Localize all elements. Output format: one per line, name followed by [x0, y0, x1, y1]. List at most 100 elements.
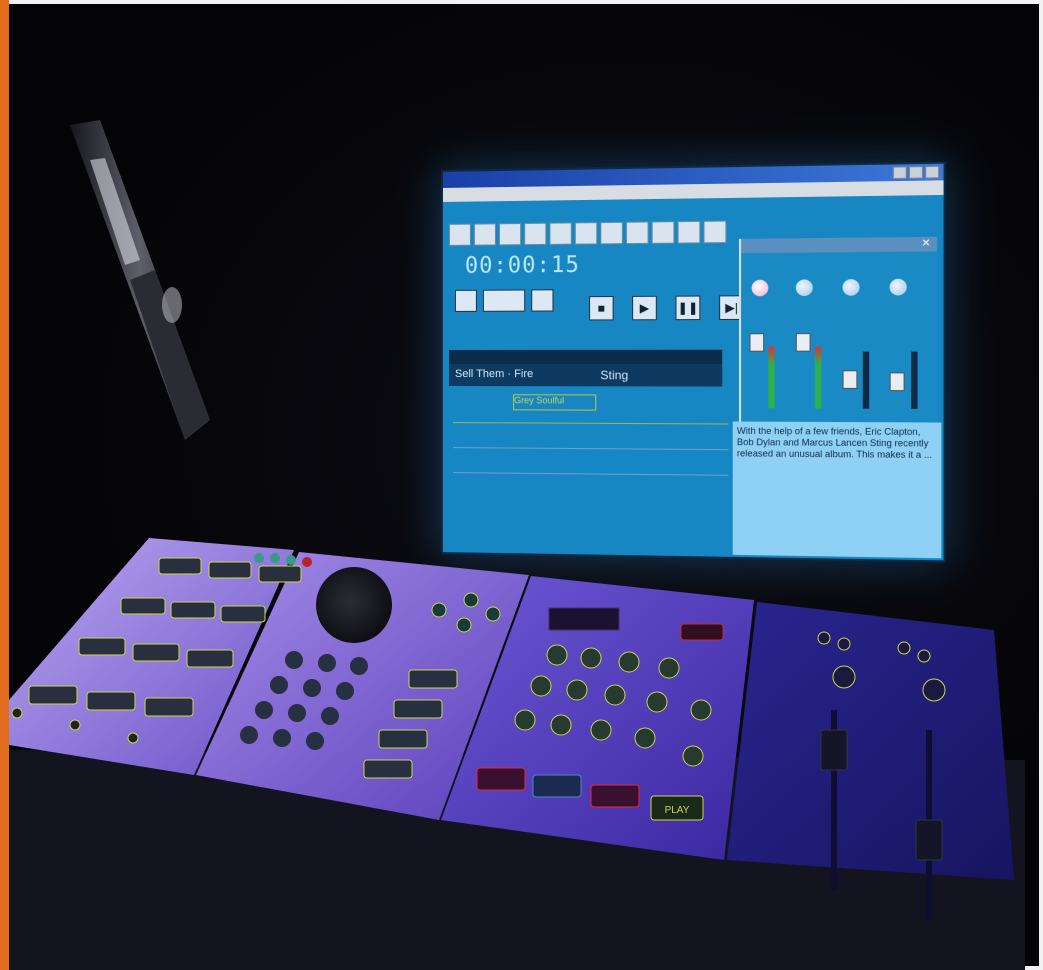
channel-fader[interactable] — [916, 820, 942, 860]
channel-fader[interactable] — [821, 730, 847, 770]
toolbar-button[interactable] — [524, 223, 546, 245]
transport-key[interactable] — [683, 746, 703, 766]
pan-knob[interactable] — [890, 279, 907, 296]
info-text: With the help of a few friends, Eric Cla… — [737, 426, 937, 462]
transport-key[interactable] — [605, 685, 625, 705]
minimize-icon[interactable] — [893, 166, 907, 179]
keypad-key[interactable] — [270, 676, 288, 694]
jog-wheel[interactable] — [316, 567, 392, 643]
channel-select-button[interactable] — [833, 666, 855, 688]
pan-knob[interactable] — [843, 279, 860, 296]
small-button[interactable] — [128, 733, 138, 743]
play-icon[interactable]: ▶ — [632, 296, 657, 321]
mode-key[interactable] — [364, 760, 412, 778]
channel-button[interactable] — [838, 638, 850, 650]
toolbar-button[interactable] — [549, 222, 571, 244]
record-mode-button[interactable] — [455, 290, 477, 312]
volume-fader[interactable] — [796, 333, 811, 352]
transport-key[interactable] — [581, 648, 601, 668]
transport-key[interactable] — [515, 710, 535, 730]
function-key[interactable] — [87, 692, 135, 710]
pan-knob[interactable] — [796, 279, 813, 296]
function-key[interactable] — [187, 650, 233, 667]
function-key[interactable] — [29, 686, 77, 704]
channel-button[interactable] — [918, 650, 930, 662]
toolbar-button[interactable] — [600, 222, 623, 245]
function-key[interactable] — [159, 558, 201, 574]
nav-button[interactable] — [486, 607, 500, 621]
toolbar-button[interactable] — [499, 223, 521, 245]
keypad-key[interactable] — [303, 679, 321, 697]
transport-key[interactable] — [531, 676, 551, 696]
stop-button[interactable] — [533, 775, 581, 797]
transport-key[interactable] — [567, 680, 587, 700]
window-controls[interactable] — [893, 166, 939, 179]
close-icon[interactable] — [925, 166, 939, 179]
transport-key[interactable] — [591, 720, 611, 740]
toolbar-button[interactable] — [575, 222, 597, 245]
channel-select-button[interactable] — [923, 679, 945, 701]
transport-key[interactable] — [691, 700, 711, 720]
function-key[interactable] — [79, 638, 125, 655]
function-key[interactable] — [145, 698, 193, 716]
toolbar-button[interactable] — [652, 221, 675, 244]
track-header[interactable]: Sell Them · Fire Sting — [449, 364, 722, 387]
toolbar-button[interactable] — [474, 223, 496, 245]
nav-button[interactable] — [432, 603, 446, 617]
keypad-key[interactable] — [285, 651, 303, 669]
transport-key[interactable] — [635, 728, 655, 748]
toolbar-button[interactable] — [626, 221, 649, 244]
level-meter — [768, 347, 774, 409]
transport-key[interactable] — [619, 652, 639, 672]
small-button[interactable] — [70, 720, 80, 730]
keypad-key[interactable] — [255, 701, 273, 719]
function-key[interactable] — [171, 602, 215, 618]
keypad-key[interactable] — [321, 707, 339, 725]
function-key[interactable] — [259, 566, 301, 582]
mode-key[interactable] — [379, 730, 427, 748]
stop-icon[interactable]: ■ — [589, 296, 614, 320]
toolbar-button[interactable] — [449, 224, 471, 246]
record-arm-button[interactable] — [681, 624, 723, 640]
keypad-key[interactable] — [350, 657, 368, 675]
keypad-key[interactable] — [306, 732, 324, 750]
channel-button[interactable] — [898, 642, 910, 654]
keypad-key[interactable] — [318, 654, 336, 672]
volume-fader[interactable] — [890, 372, 905, 391]
toolbar-button[interactable] — [678, 221, 701, 244]
function-key[interactable] — [121, 598, 165, 614]
transport-key[interactable] — [547, 645, 567, 665]
indicator-led — [254, 553, 264, 563]
nav-button[interactable] — [457, 618, 471, 632]
volume-fader[interactable] — [749, 333, 764, 352]
rewind-button[interactable] — [591, 785, 639, 807]
keypad-key[interactable] — [336, 682, 354, 700]
mode-key[interactable] — [409, 670, 457, 688]
transport-key[interactable] — [551, 715, 571, 735]
nav-button[interactable] — [464, 593, 478, 607]
keypad-key[interactable] — [288, 704, 306, 722]
transport-key[interactable] — [659, 658, 679, 678]
channel-button[interactable] — [818, 632, 830, 644]
clip-block[interactable]: Grey Soulful — [513, 394, 596, 410]
keypad-key[interactable] — [240, 726, 258, 744]
mixer-title-bar[interactable]: ✕ — [741, 237, 937, 253]
function-key[interactable] — [133, 644, 179, 661]
transport-key[interactable] — [647, 692, 667, 712]
time-counter: 00:00:15 — [465, 253, 580, 279]
loop-button[interactable] — [531, 289, 553, 311]
maximize-icon[interactable] — [909, 166, 923, 179]
clip-row[interactable]: Grey Soulful — [453, 392, 718, 411]
close-icon[interactable]: ✕ — [921, 238, 930, 250]
record-button[interactable] — [477, 768, 525, 790]
pan-knob[interactable] — [752, 280, 769, 297]
keypad-key[interactable] — [273, 729, 291, 747]
pause-icon[interactable]: ❚❚ — [675, 296, 700, 321]
toolbar-button[interactable] — [703, 221, 726, 244]
mode-key[interactable] — [394, 700, 442, 718]
function-key[interactable] — [221, 606, 265, 622]
level-meter — [911, 352, 917, 409]
small-button[interactable] — [12, 708, 22, 718]
function-key[interactable] — [209, 562, 251, 578]
volume-fader[interactable] — [843, 370, 858, 389]
